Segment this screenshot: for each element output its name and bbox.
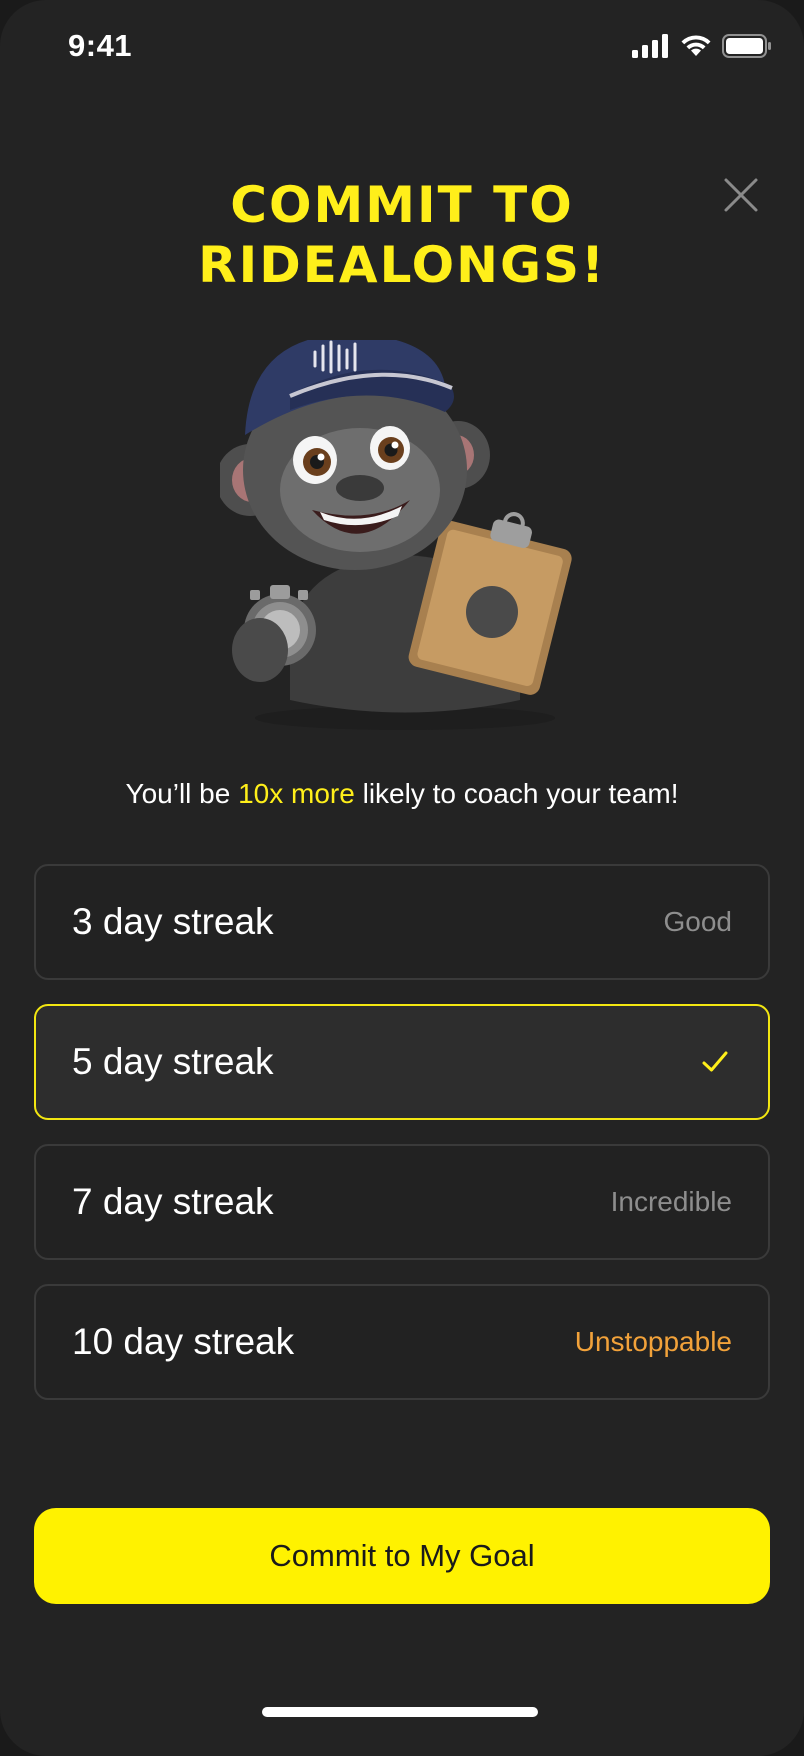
page-title: COMMIT TO RIDEALONGS! <box>0 175 804 295</box>
battery-icon <box>722 34 771 58</box>
motivation-highlight: 10x more <box>238 778 355 809</box>
title-line-1: COMMIT TO <box>230 176 574 234</box>
wifi-icon <box>681 35 711 56</box>
gorilla-coach-mascot <box>220 340 572 730</box>
streak-option-5-day[interactable]: 5 day streak <box>34 1004 770 1120</box>
streak-option-tag: Unstoppable <box>574 1326 732 1357</box>
streak-option-tag: Incredible <box>610 1186 732 1217</box>
motivation-text: You’ll be 10x more likely to coach your … <box>0 778 804 810</box>
streak-options: 3 day streak Good 5 day streak 7 day str… <box>34 864 770 1424</box>
status-bar: 9:41 <box>0 0 804 96</box>
checkmark-icon <box>702 1051 728 1072</box>
streak-option-label: 3 day streak <box>72 901 274 942</box>
title-line-2: RIDEALONGS! <box>198 236 606 294</box>
streak-option-label: 5 day streak <box>72 1041 274 1082</box>
motivation-prefix: You’ll be <box>125 778 239 809</box>
screen: 9:41 COMMIT TO RIDEALONGS! You’ll be 10x… <box>0 0 804 1756</box>
streak-option-3-day[interactable]: 3 day streak Good <box>34 864 770 980</box>
status-icons <box>632 34 772 58</box>
cellular-signal-icon <box>632 34 668 58</box>
motivation-suffix: likely to coach your team! <box>354 778 679 809</box>
streak-option-label: 7 day streak <box>72 1181 274 1222</box>
streak-option-7-day[interactable]: 7 day streak Incredible <box>34 1144 770 1260</box>
streak-option-tag: Good <box>663 906 733 937</box>
streak-option-label: 10 day streak <box>72 1321 295 1362</box>
streak-option-10-day[interactable]: 10 day streak Unstoppable <box>34 1284 770 1400</box>
commit-goal-button[interactable]: Commit to My Goal <box>34 1508 770 1604</box>
status-time: 9:41 <box>68 28 133 63</box>
home-indicator[interactable] <box>262 1707 538 1717</box>
